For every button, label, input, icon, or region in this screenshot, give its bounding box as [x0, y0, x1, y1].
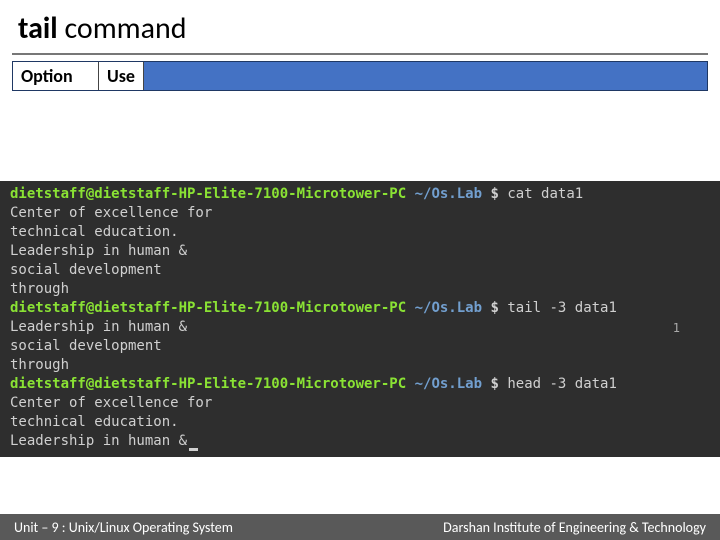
out-line: social development: [10, 337, 710, 356]
option-header: Option: [13, 62, 99, 90]
use-header: Use: [99, 62, 144, 90]
out-line: Leadership in human &: [10, 242, 710, 261]
out-line: technical education.: [10, 223, 710, 242]
out-line: Leadership in human &: [10, 432, 710, 451]
line-number: 1: [673, 319, 680, 338]
prompt-user: dietstaff@dietstaff-HP-Elite-7100-Microt…: [10, 186, 406, 202]
prompt-sym: $: [490, 376, 498, 392]
footer-right: Darshan Institute of Engineering & Techn…: [443, 519, 706, 536]
prompt-user: dietstaff@dietstaff-HP-Elite-7100-Microt…: [10, 300, 406, 316]
cmd-head: head -3 data1: [507, 376, 617, 392]
prompt-path: ~/Os.Lab: [415, 300, 482, 316]
out-line: Leadership in human &: [10, 318, 710, 337]
out-line: Center of excellence for: [10, 204, 710, 223]
title-rule: [12, 53, 708, 55]
prompt-sym: $: [490, 300, 498, 316]
title-rest: command: [58, 10, 187, 47]
prompt-sym: $: [490, 186, 498, 202]
slide-title: tail command: [0, 0, 720, 53]
out-line: through: [10, 280, 710, 299]
prompt-path: ~/Os.Lab: [415, 186, 482, 202]
options-fill: [144, 62, 707, 90]
cmd-tail: tail -3 data1: [507, 300, 617, 316]
terminal: dietstaff@dietstaff-HP-Elite-7100-Microt…: [0, 181, 720, 457]
out-line: through: [10, 356, 710, 375]
out-line: social development: [10, 261, 710, 280]
footer-left: Unit – 9 : Unix/Linux Operating System: [14, 519, 233, 536]
prompt-user: dietstaff@dietstaff-HP-Elite-7100-Microt…: [10, 376, 406, 392]
out-line: Center of excellence for: [10, 394, 710, 413]
cursor-icon: [189, 448, 198, 451]
out-line: technical education.: [10, 413, 710, 432]
cmd-cat: cat data1: [507, 186, 583, 202]
prompt-path: ~/Os.Lab: [415, 376, 482, 392]
options-header: Option Use: [12, 61, 708, 91]
footer: Unit – 9 : Unix/Linux Operating System D…: [0, 514, 720, 540]
title-bold: tail: [18, 10, 58, 47]
